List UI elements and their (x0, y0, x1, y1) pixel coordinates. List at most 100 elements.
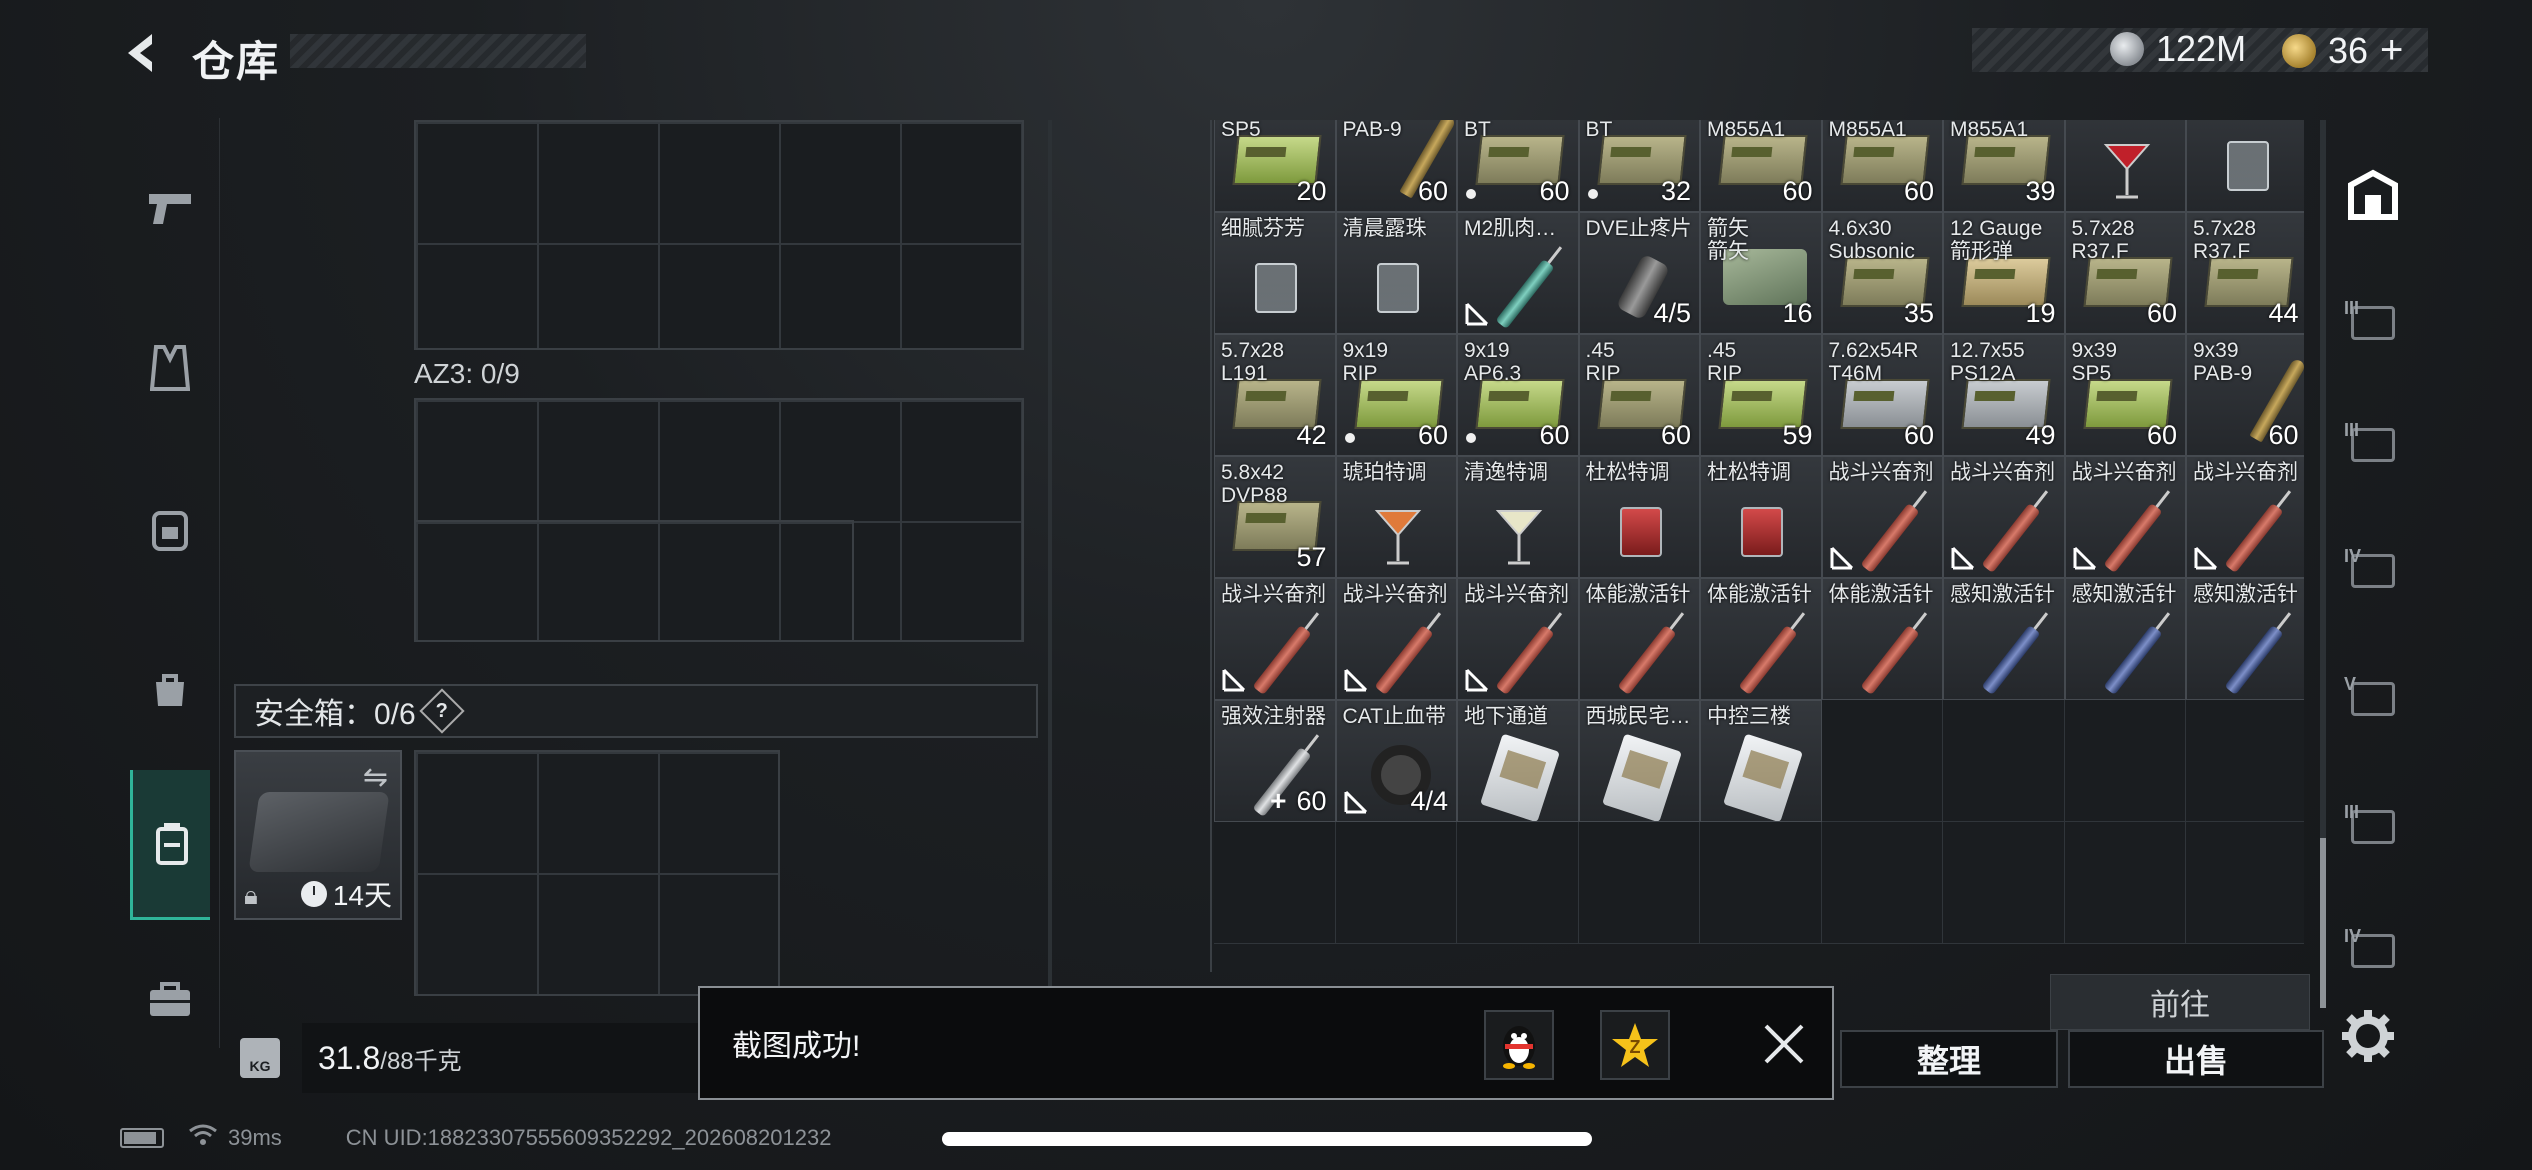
inventory-item[interactable]: 5.7x28 L191 42 (1214, 334, 1336, 456)
inventory-item[interactable]: 5.45x39 BT 32 (1578, 120, 1700, 212)
rail-all-items[interactable] (2338, 160, 2408, 230)
rail-filter-2[interactable]: III (2338, 410, 2408, 480)
inventory-empty-slot[interactable] (1457, 822, 1579, 944)
share-qzone-button[interactable]: Z (1600, 1010, 1670, 1080)
item-quantity: 42 (1296, 420, 1327, 450)
inventory-item[interactable]: 战斗兴奋剂 (1214, 578, 1336, 700)
rail-filter-4[interactable]: V (2338, 664, 2408, 734)
rail-filter-5[interactable]: III (2338, 792, 2408, 862)
inventory-item[interactable]: 5.7x28 R37.F 60 (2064, 212, 2186, 334)
inventory-item[interactable]: M2肌肉… (1457, 212, 1579, 334)
inventory-item[interactable]: 体能激活针 (1578, 578, 1700, 700)
inventory-item[interactable]: 9x39 SP5 20 (1214, 120, 1336, 212)
item-name: .45 RIP (1585, 339, 1621, 385)
inventory-empty-slot[interactable] (1821, 700, 1943, 822)
inventory-item[interactable]: 9x19 AP6.3 60 (1457, 334, 1579, 456)
item-name: 战斗兴奋剂 (1950, 461, 2055, 484)
inventory-item[interactable]: 清逸特调 (1457, 456, 1579, 578)
inventory-item[interactable]: .45 RIP 60 (1578, 334, 1700, 456)
inventory-empty-slot[interactable] (1943, 700, 2065, 822)
storage-grid-top[interactable] (414, 120, 1024, 350)
inventory-empty-slot[interactable] (2186, 700, 2304, 822)
inventory-item[interactable]: 5.56x45 M855A1 60 (1700, 120, 1822, 212)
inventory-item[interactable]: 7.62x54R T46M 60 (1821, 334, 1943, 456)
inventory-item[interactable]: 后径 (2064, 120, 2186, 212)
add-currency-button[interactable]: + (2380, 28, 2403, 73)
home-indicator[interactable] (942, 1132, 1592, 1146)
inventory-empty-slot[interactable] (1943, 822, 2065, 944)
inventory-item[interactable]: 地下通道 (1457, 700, 1579, 822)
inventory-empty-slot[interactable] (2186, 822, 2304, 944)
rail-filter-6[interactable]: IV (2338, 916, 2408, 986)
nav-weapons[interactable] (130, 168, 210, 248)
toast-close-icon[interactable] (1754, 1014, 1814, 1074)
rail-filter-3[interactable]: IV (2338, 536, 2408, 606)
inventory-item[interactable]: 12.7x55 PS12A 49 (1943, 334, 2065, 456)
help-icon[interactable]: ? (419, 688, 465, 734)
left-scrollbar[interactable] (1048, 120, 1052, 990)
inventory-item[interactable]: 战斗兴奋剂 (2186, 456, 2304, 578)
inventory-item[interactable]: 感知激活针 (1943, 578, 2065, 700)
inventory-item[interactable]: 5.56x45 M855A1 39 (1943, 120, 2065, 212)
share-qq-button[interactable] (1484, 1010, 1554, 1080)
inventory-item[interactable]: 战斗兴奋剂 (1943, 456, 2065, 578)
inventory-empty-slot[interactable] (1578, 822, 1700, 944)
rail-filter-1[interactable]: III (2338, 288, 2408, 358)
inventory-item[interactable]: 琥珀特调 (1335, 456, 1457, 578)
inventory-item[interactable]: 9x39 SP5 60 (2064, 334, 2186, 456)
inventory-item[interactable]: 5.45x39 BT 60 (1457, 120, 1579, 212)
inventory-item[interactable]: 战斗兴奋剂 (2064, 456, 2186, 578)
inventory-item[interactable]: 9x19 RIP 60 (1335, 334, 1457, 456)
inventory-empty-slot[interactable] (1700, 822, 1822, 944)
nav-toolbox[interactable] (130, 958, 210, 1038)
inventory-item[interactable]: .45 RIP 59 (1700, 334, 1822, 456)
inventory-empty-slot[interactable] (2064, 822, 2186, 944)
inventory-item[interactable]: 战斗兴奋剂 (1821, 456, 1943, 578)
inventory-item[interactable]: DVE止疼片 4/5 (1578, 212, 1700, 334)
inventory-empty-slot[interactable] (1335, 822, 1457, 944)
nav-bag[interactable] (130, 648, 210, 728)
inventory-item[interactable]: 体能激活针 (1700, 578, 1822, 700)
inventory-item[interactable]: 感知激活针 (2186, 578, 2304, 700)
inventory-item[interactable]: 强效注射器 60 + (1214, 700, 1336, 822)
settings-gear-icon[interactable] (2338, 1006, 2398, 1066)
inventory-item[interactable]: 12 Gauge 箭形弹 19 (1943, 212, 2065, 334)
item-name: .45 RIP (1707, 339, 1743, 385)
safebox-grid[interactable] (414, 750, 780, 996)
safebox-item-slot[interactable]: ⇋ 🔒︎ 14天 (234, 750, 402, 920)
item-quantity: 32 (1660, 176, 1691, 206)
item-quantity: 20 (1296, 176, 1327, 206)
inventory-item[interactable]: 4.6x30 Subsonic 35 (1821, 212, 1943, 334)
inventory-item[interactable]: 箭矢 箭矢 16 (1700, 212, 1822, 334)
nav-armor[interactable] (130, 328, 210, 408)
inventory-empty-slot[interactable] (2064, 700, 2186, 822)
nav-backpack[interactable] (130, 488, 210, 568)
inventory-item[interactable]: 细腻芬芳 (1214, 212, 1336, 334)
inventory-item[interactable]: 5.8x42 DVP88 57 (1214, 456, 1336, 578)
inventory-item[interactable]: 感知激活针 (2064, 578, 2186, 700)
swap-icon[interactable]: ⇋ (363, 760, 388, 795)
sort-button[interactable]: 整理 (1840, 1030, 2058, 1088)
inventory-item[interactable]: 战斗兴奋剂 (1335, 578, 1457, 700)
nav-case[interactable] (130, 770, 210, 920)
goto-button[interactable]: 前往 (2050, 974, 2310, 1030)
currency-gold[interactable]: 36 + (2282, 28, 2403, 73)
inventory-item[interactable]: 体能激活针 (1821, 578, 1943, 700)
inventory-item[interactable]: 杜松特调 (1700, 456, 1822, 578)
inventory-item[interactable]: 中控三楼 (1700, 700, 1822, 822)
inventory-item[interactable]: 9x39 PAB-9 60 (1335, 120, 1457, 212)
inventory-item[interactable]: 战斗兴奋剂 (1457, 578, 1579, 700)
inventory-empty-slot[interactable] (1214, 822, 1336, 944)
sell-button[interactable]: 出售 (2068, 1030, 2324, 1088)
inventory-empty-slot[interactable] (1821, 822, 1943, 944)
inventory-item[interactable]: 杜松特调 (1578, 456, 1700, 578)
inventory-item[interactable]: 西城民宅… (1578, 700, 1700, 822)
inventory-item[interactable]: 9x39 PAB-9 60 (2186, 334, 2304, 456)
inventory-item[interactable]: CAT止血带 4/4 (1335, 700, 1457, 822)
az3-grid-lower[interactable] (414, 520, 854, 642)
inventory-item[interactable]: 5.7x28 R37.F 44 (2186, 212, 2304, 334)
inventory-item[interactable]: 远大目睹 (2186, 120, 2304, 212)
inventory-item[interactable]: 清晨露珠 (1335, 212, 1457, 334)
back-arrow-icon[interactable] (118, 28, 168, 78)
inventory-item[interactable]: 5.56x45 M855A1 60 (1821, 120, 1943, 212)
